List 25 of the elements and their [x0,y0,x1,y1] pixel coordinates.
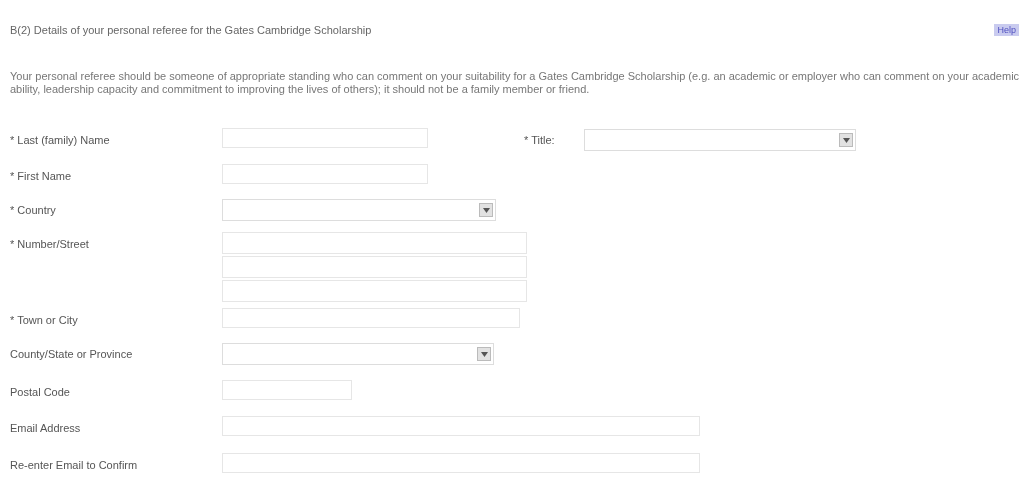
text-field[interactable] [222,453,700,473]
field-label: * First Name [10,169,73,182]
address-line-field[interactable] [222,280,527,302]
text-field[interactable] [222,380,352,400]
text-field[interactable] [222,416,700,436]
text-field[interactable] [222,308,520,328]
field-label: * Number/Street [10,237,90,250]
help-link[interactable]: Help [994,24,1019,36]
field-label: * Title: [524,133,556,146]
address-line-field[interactable] [222,256,527,278]
field-label: Email Address [10,421,82,434]
intro-paragraph: Your personal referee should be someone of appropriate standing who can comment on your suitability for a Gates Cambridge Scholarship (e.g. an academic or employer who can comment on your academic ability, leadership capacity and commitment to improving the lives of others); it should not be a family member or friend. [10,70,1021,96]
dropdown-field[interactable] [222,343,494,365]
text-field[interactable] [222,164,428,184]
field-label: * Last (family) Name [10,133,111,146]
dropdown-field[interactable] [222,199,496,221]
section-title: B(2) Details of your personal referee for the Gates Cambridge Scholarship [10,24,372,36]
text-field[interactable] [222,128,428,148]
field-label: Postal Code [10,385,71,398]
field-label: County/State or Province [10,347,134,360]
field-label: Re-enter Email to Confirm [10,458,139,471]
address-line-field[interactable] [222,232,527,254]
dropdown-field[interactable] [584,129,856,151]
field-label: * Town or City [10,313,79,326]
field-label: * Country [10,203,57,216]
